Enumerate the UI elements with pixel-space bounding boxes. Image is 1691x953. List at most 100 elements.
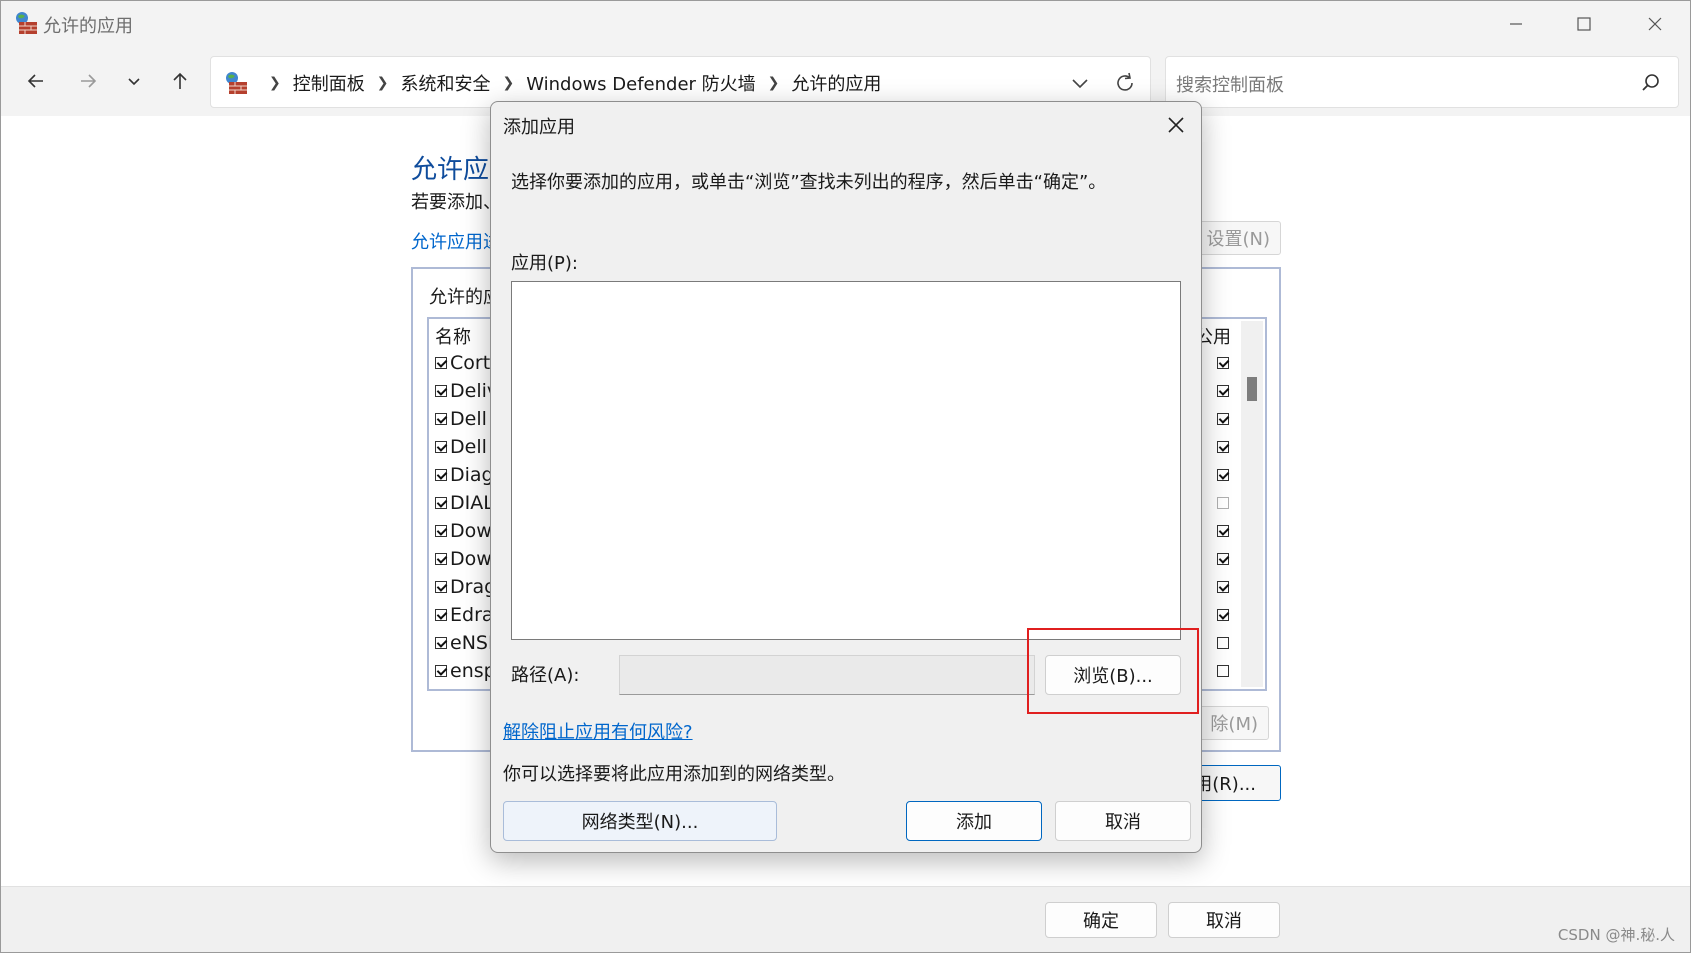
highlight-annotation [1027,628,1199,714]
list-item[interactable]: Deliv [435,377,498,405]
public-checkbox[interactable] [1210,461,1238,489]
checkbox[interactable] [435,413,447,425]
search-box[interactable]: 搜索控制面板 [1165,56,1679,108]
dialog-instruction: 选择你要添加的应用，或单击“浏览”查找未列出的程序，然后单击“确定”。 [511,172,1107,193]
list-item[interactable]: Drag [435,573,496,601]
minimize-button[interactable] [1482,1,1550,46]
checkbox[interactable] [435,357,447,369]
dialog-cancel-label: 取消 [1105,812,1141,833]
minimize-icon [1510,22,1522,25]
allow-other-app-label: 用(R)... [1194,774,1256,795]
chevron-right-icon: ❯ [376,75,389,91]
unchecked-icon [1216,637,1229,649]
checkbox[interactable] [435,581,447,593]
back-button[interactable] [19,64,53,98]
close-icon[interactable] [1163,112,1189,138]
footer-bar: 确定 取消 [1,886,1690,952]
column-header-name[interactable]: 名称 [435,323,471,349]
checked-icon [1216,469,1229,481]
public-checkbox[interactable] [1210,573,1238,601]
change-settings-label: 设置(N) [1206,229,1270,250]
refresh-icon[interactable] [1112,70,1138,96]
path-field[interactable] [619,655,1035,695]
breadcrumb-allowed-apps[interactable]: 允许的应用 [791,70,881,96]
network-type-text: 你可以选择要将此应用添加到的网络类型。 [503,764,845,785]
remove-label: 除(M) [1210,714,1258,735]
checked-icon [1216,441,1229,453]
scrollbar-thumb[interactable] [1247,377,1257,401]
dialog-cancel-button[interactable]: 取消 [1055,801,1191,841]
firewall-icon [16,12,37,34]
recent-locations-button[interactable] [117,64,151,98]
search-icon[interactable] [1640,72,1662,94]
maximize-button[interactable] [1550,1,1618,46]
public-checkbox[interactable] [1210,433,1238,461]
checked-icon [1216,357,1229,369]
page-description: 若要添加、 [411,192,501,213]
checked-icon [1216,385,1229,397]
apps-listbox[interactable] [511,281,1181,640]
up-button[interactable] [163,64,197,98]
footer-cancel-button[interactable]: 取消 [1168,902,1280,938]
checked-icon [1216,581,1229,593]
forward-button[interactable] [71,64,105,98]
public-checkbox[interactable] [1210,657,1238,685]
checkbox[interactable] [435,609,447,621]
public-checkbox[interactable] [1210,489,1238,517]
public-checkbox[interactable] [1210,377,1238,405]
list-item[interactable]: ensp [435,657,496,685]
list-item[interactable]: DIAL [435,489,494,517]
breadcrumb: ❯ 控制面板 ❯ 系统和安全 ❯ Windows Defender 防火墙 ❯ … [257,70,881,96]
maximize-icon [1577,16,1591,31]
chevron-down-icon [128,78,140,86]
public-checkbox[interactable] [1210,601,1238,629]
checked-icon [1216,609,1229,621]
forward-arrow-icon [81,74,97,88]
checked-icon [1216,525,1229,537]
checked-icon [1216,413,1229,425]
search-input[interactable]: 搜索控制面板 [1176,71,1284,97]
breadcrumb-system-security[interactable]: 系统和安全 [400,70,490,96]
checkbox[interactable] [435,497,447,509]
app-name: ensp [450,660,496,682]
checkbox[interactable] [435,553,447,565]
chevron-right-icon: ❯ [502,75,515,91]
unchecked-icon [1216,497,1229,509]
window-title: 允许的应用 [43,16,133,37]
checkbox[interactable] [435,441,447,453]
watermark: CSDN @神.秘.人 [1557,926,1675,944]
list-item[interactable]: Dell I [435,405,499,433]
public-checkbox[interactable] [1210,545,1238,573]
dialog-title: 添加应用 [503,117,575,138]
network-types-label: 网络类型(N)... [581,812,699,833]
public-checkbox[interactable] [1210,349,1238,377]
checkbox[interactable] [435,665,447,677]
add-label: 添加 [956,812,992,833]
network-types-button[interactable]: 网络类型(N)... [503,801,777,841]
breadcrumb-control-panel[interactable]: 控制面板 [293,70,365,96]
unblock-risk-link[interactable]: 解除阻止应用有何风险? [503,718,693,744]
app-name: Diag [450,464,494,486]
ok-button[interactable]: 确定 [1045,902,1157,938]
control-panel-icon [226,72,247,94]
public-checkbox[interactable] [1210,405,1238,433]
close-icon [1648,17,1662,30]
checkbox[interactable] [435,637,447,649]
page-heading: 允许应 [411,155,490,185]
public-checkbox[interactable] [1210,629,1238,657]
public-checkbox[interactable] [1210,517,1238,545]
allow-app-link[interactable]: 允许应用进 [411,228,501,254]
checkbox[interactable] [435,525,447,537]
checkbox[interactable] [435,469,447,481]
address-dropdown-icon[interactable] [1068,71,1092,95]
close-button[interactable] [1621,1,1689,46]
add-app-dialog: 添加应用 选择你要添加的应用，或单击“浏览”查找未列出的程序，然后单击“确定”。… [490,101,1202,853]
main-window: 允许的应用 ❯ 控制面板 ❯ 系统和安全 ❯ Windows Defender … [0,0,1691,953]
add-button[interactable]: 添加 [906,801,1042,841]
checked-icon [1216,553,1229,565]
breadcrumb-defender-firewall[interactable]: Windows Defender 防火墙 [526,70,755,96]
vertical-scrollbar[interactable] [1241,321,1263,687]
list-item[interactable]: Diag [435,461,494,489]
ok-label: 确定 [1083,911,1119,932]
checkbox[interactable] [435,385,447,397]
